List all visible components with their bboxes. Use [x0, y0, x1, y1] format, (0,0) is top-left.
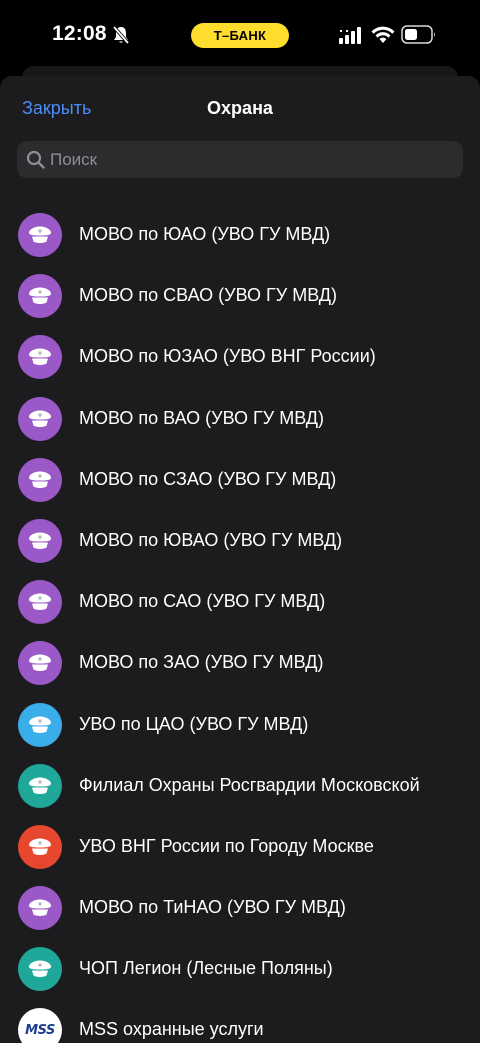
- screen: 12:08 T–БАНК Закрыть Охрана Поиск МОВО п…: [0, 0, 480, 1043]
- bell-slash-icon: [112, 25, 130, 45]
- search-icon: [26, 150, 45, 169]
- list-item-label: МОВО по ЮЗАО (УВО ВНГ России): [79, 346, 376, 367]
- police-cap-icon: [27, 347, 53, 367]
- list-item[interactable]: МОВО по ЮВАО (УВО ГУ МВД): [0, 510, 480, 571]
- list-item[interactable]: MSS MSS охранные услуги: [0, 999, 480, 1043]
- avatar: [18, 580, 62, 625]
- police-cap-icon: [27, 470, 53, 490]
- list-item[interactable]: МОВО по ТиНАО (УВО ГУ МВД): [0, 877, 480, 938]
- police-cap-icon: [27, 592, 53, 612]
- sheet-title: Охрана: [207, 98, 273, 118]
- mss-logo-icon: MSS: [25, 1022, 55, 1038]
- list-item[interactable]: МОВО по САО (УВО ГУ МВД): [0, 571, 480, 632]
- avatar: [18, 274, 62, 319]
- battery-icon: [401, 25, 437, 44]
- police-cap-icon: [27, 776, 53, 796]
- list-item-label: Филиал Охраны Росгвардии Московской: [79, 774, 420, 795]
- modal-sheet: Закрыть Охрана МОВО по ЮАО (УВО ГУ МВД)М…: [0, 76, 480, 1043]
- police-cap-icon: [27, 898, 53, 918]
- list-item[interactable]: ЧОП Легион (Лесные Поляны): [0, 938, 480, 999]
- search-input[interactable]: [50, 141, 450, 178]
- status-bar: 12:08 T–БАНК: [0, 0, 480, 64]
- list-item[interactable]: МОВО по ВАО (УВО ГУ МВД): [0, 388, 480, 449]
- list-item-label: УВО по ЦАО (УВО ГУ МВД): [79, 713, 309, 734]
- list-item[interactable]: Филиал Охраны Росгвардии Московской: [0, 755, 480, 816]
- list-item[interactable]: МОВО по СЗАО (УВО ГУ МВД): [0, 449, 480, 510]
- list-item[interactable]: УВО по ЦАО (УВО ГУ МВД): [0, 694, 480, 755]
- police-cap-icon: [27, 653, 53, 673]
- avatar: [18, 335, 62, 380]
- police-cap-icon: [27, 959, 53, 979]
- list-item-label: МОВО по ЮАО (УВО ГУ МВД): [79, 224, 331, 244]
- list-item[interactable]: МОВО по ЮАО (УВО ГУ МВД): [0, 204, 480, 265]
- avatar: [18, 824, 62, 869]
- bank-pill[interactable]: T–БАНК: [191, 23, 289, 48]
- avatar: [18, 702, 62, 747]
- avatar: [18, 947, 62, 992]
- list-item-label: МОВО по СВАО (УВО ГУ МВД): [79, 285, 337, 306]
- list-item[interactable]: МОВО по ЗАО (УВО ГУ МВД): [0, 632, 480, 693]
- organization-list: МОВО по ЮАО (УВО ГУ МВД) МОВО по СВАО (УВ…: [0, 204, 480, 1043]
- avatar: [18, 518, 62, 563]
- list-item[interactable]: МОВО по ЮЗАО (УВО ВНГ России): [0, 326, 480, 387]
- avatar: [18, 396, 62, 441]
- list-item-label: МОВО по ВАО (УВО ГУ МВД): [79, 407, 324, 428]
- police-cap-icon: [27, 409, 53, 429]
- wifi-icon: [371, 25, 395, 44]
- status-time: 12:08: [52, 22, 107, 45]
- avatar: [18, 213, 62, 257]
- list-item-label: УВО ВНГ России по Городу Москве: [79, 835, 374, 856]
- list-item-label: МОВО по ТиНАО (УВО ГУ МВД): [79, 897, 346, 918]
- police-cap-icon: [27, 225, 53, 245]
- avatar: MSS: [18, 1008, 62, 1043]
- list-item-label: МОВО по ЮВАО (УВО ГУ МВД): [79, 529, 343, 550]
- cellular-signal-icon: [339, 27, 363, 44]
- list-item-label: МОВО по САО (УВО ГУ МВД): [79, 591, 326, 612]
- list-item-label: ЧОП Легион (Лесные Поляны): [79, 958, 333, 979]
- list-item-label: МОВО по ЗАО (УВО ГУ МВД): [79, 652, 324, 673]
- avatar: [18, 457, 62, 502]
- list-item[interactable]: УВО ВНГ России по Городу Москве: [0, 816, 480, 877]
- avatar: [18, 641, 62, 686]
- avatar: [18, 886, 62, 931]
- police-cap-icon: [27, 531, 53, 551]
- police-cap-icon: [27, 286, 53, 306]
- list-item-label: МОВО по СЗАО (УВО ГУ МВД): [79, 468, 337, 489]
- list-item-label: MSS охранные услуги: [79, 1019, 264, 1040]
- search-bar[interactable]: [17, 141, 463, 178]
- police-cap-icon: [27, 715, 53, 735]
- list-item[interactable]: МОВО по СВАО (УВО ГУ МВД): [0, 265, 480, 326]
- police-cap-icon: [27, 837, 53, 857]
- avatar: [18, 763, 62, 808]
